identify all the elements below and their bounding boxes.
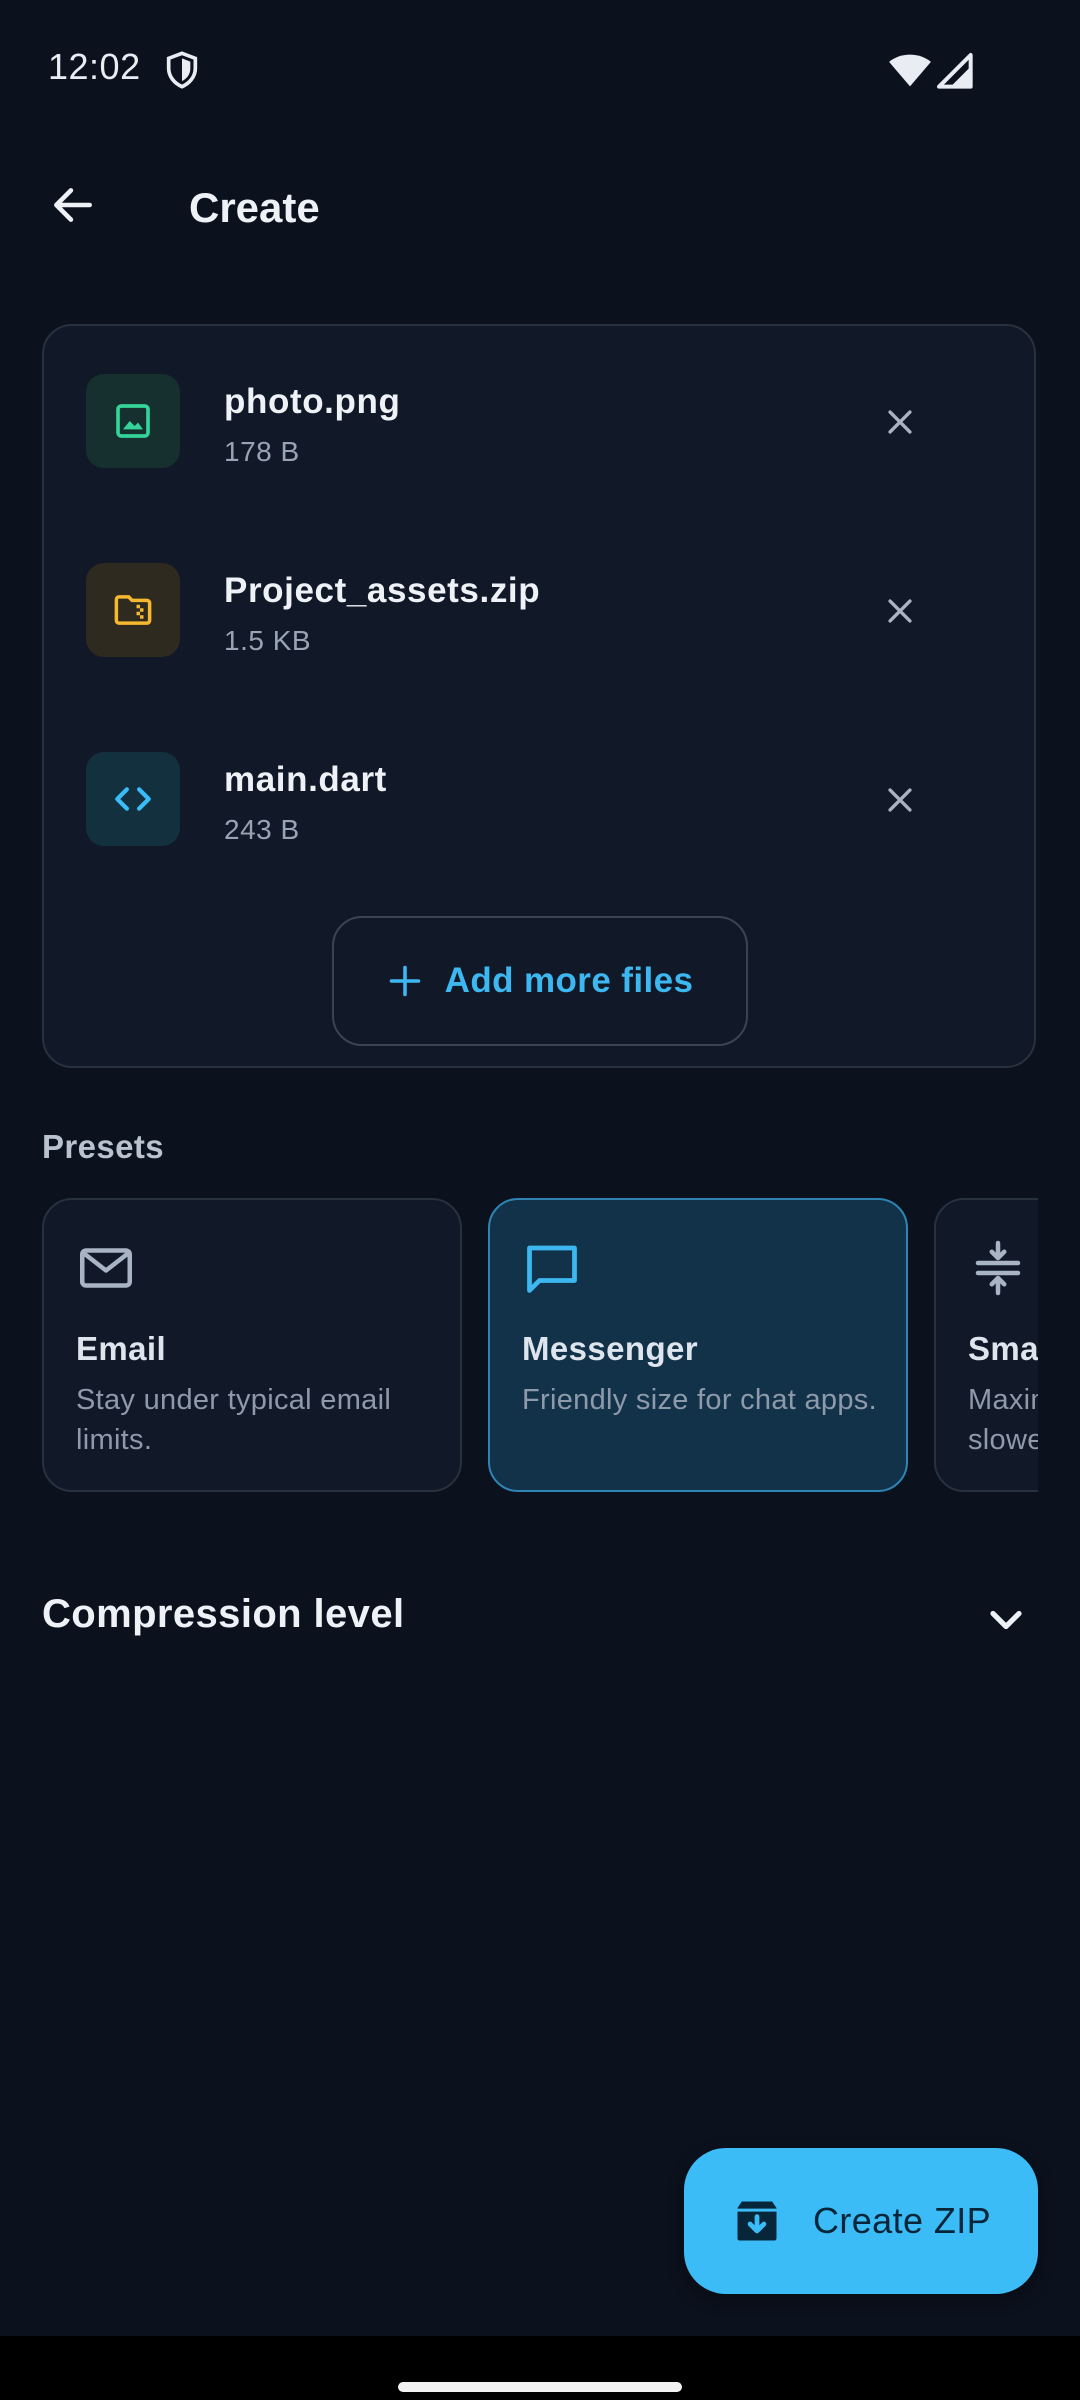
preset-card-smallest[interactable]: Smallest Maximum compression, slower. <box>934 1198 1038 1492</box>
add-more-files-label: Add more files <box>444 961 694 1000</box>
compression-level-expander[interactable]: Compression level <box>42 1580 1038 1660</box>
presets-carousel[interactable]: Email Stay under typical email limits. M… <box>42 1198 1038 1492</box>
preset-description: Friendly size for chat apps. <box>522 1384 877 1416</box>
file-size: 178 B <box>224 436 300 467</box>
arrow-left-icon <box>54 188 92 222</box>
folder-zip-icon <box>114 595 152 625</box>
file-row-zip: Project_assets.zip 1.5 KB <box>86 563 956 659</box>
file-icon-tile <box>86 563 180 657</box>
plus-icon <box>389 965 420 997</box>
preset-card-messenger[interactable]: Messenger Friendly size for chat apps. <box>488 1198 908 1492</box>
wifi-icon <box>889 54 931 87</box>
home-gesture-handle[interactable] <box>398 2382 682 2392</box>
remove-file-button[interactable] <box>864 575 936 647</box>
file-name: photo.png <box>224 382 401 421</box>
file-size: 1.5 KB <box>224 625 312 656</box>
preset-card-email[interactable]: Email Stay under typical email limits. <box>42 1198 462 1492</box>
file-row-photo: photo.png 178 B <box>86 374 956 470</box>
preset-description: Stay under typical email limits. <box>76 1384 392 1456</box>
remove-file-button[interactable] <box>864 386 936 458</box>
shield-icon <box>166 51 198 89</box>
page-title: Create <box>189 184 320 231</box>
close-icon <box>888 410 912 434</box>
archive-icon <box>737 2201 777 2241</box>
create-zip-button[interactable]: Create ZIP <box>684 2148 1038 2294</box>
chat-icon <box>527 1245 577 1293</box>
presets-heading: Presets <box>42 1128 165 1165</box>
preset-title: Smallest <box>968 1330 1038 1367</box>
file-size: 243 B <box>224 814 300 845</box>
file-name: main.dart <box>224 760 387 799</box>
file-name: Project_assets.zip <box>224 571 541 610</box>
create-zip-label: Create ZIP <box>812 2200 992 2241</box>
signal-icon <box>937 53 973 89</box>
preset-description: Maximum compression, slower. <box>968 1384 1038 1456</box>
compression-level-title: Compression level <box>42 1592 405 1636</box>
close-icon <box>888 788 912 812</box>
image-icon <box>116 404 150 438</box>
close-icon <box>888 599 912 623</box>
file-icon-tile <box>86 374 180 468</box>
mail-icon <box>80 1248 132 1288</box>
file-icon-tile <box>86 752 180 846</box>
remove-file-button[interactable] <box>864 764 936 836</box>
add-more-files-button[interactable]: Add more files <box>332 916 748 1046</box>
back-button[interactable] <box>28 160 118 250</box>
preset-title: Email <box>76 1330 167 1367</box>
compress-icon <box>975 1240 1021 1296</box>
file-row-dart: main.dart 243 B <box>86 752 956 848</box>
preset-title: Messenger <box>522 1330 699 1367</box>
chevron-down-icon <box>990 1610 1022 1630</box>
code-icon <box>115 787 151 811</box>
status-time: 12:02 <box>48 46 141 87</box>
